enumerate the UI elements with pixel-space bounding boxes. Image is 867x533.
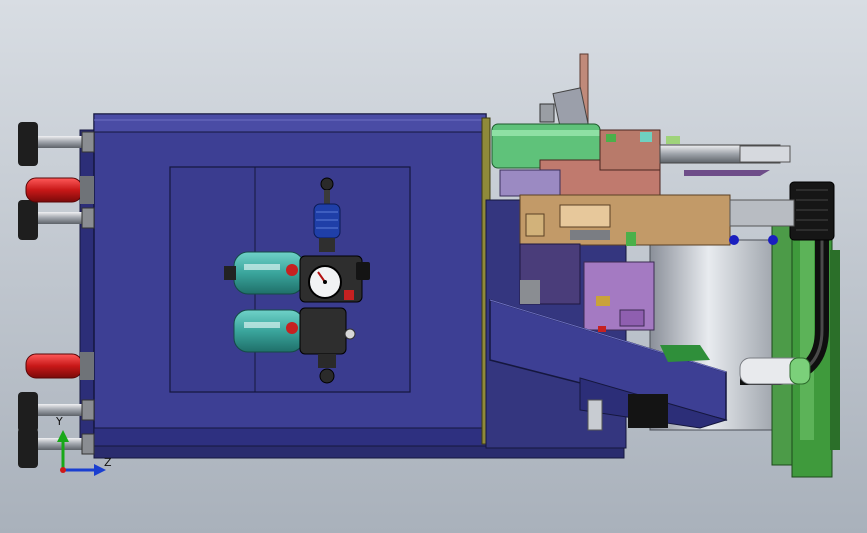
x-axis-point	[60, 467, 66, 473]
axis-z-label: Z	[104, 456, 112, 469]
machine-drawing: Y Z	[0, 0, 867, 533]
axis-y-label: Y	[55, 415, 63, 428]
cad-viewport[interactable]: Y Z	[0, 0, 867, 533]
